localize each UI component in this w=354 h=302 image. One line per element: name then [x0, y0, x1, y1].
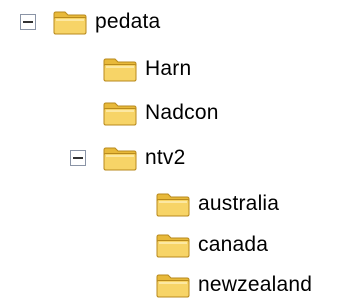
tree-item-nadcon[interactable]: Nadcon	[102, 96, 219, 130]
collapse-toggle-pedata[interactable]	[20, 14, 36, 30]
tree-item-label: ntv2	[145, 146, 186, 169]
tree-item-label: Harn	[145, 57, 192, 80]
tree-item-canada[interactable]: canada	[155, 228, 268, 262]
folder-icon	[102, 55, 138, 83]
tree-item-label: canada	[198, 233, 269, 256]
folder-icon	[155, 190, 191, 218]
tree-item-pedata[interactable]: pedata	[52, 5, 160, 39]
tree-item-label: newzealand	[198, 273, 313, 296]
folder-icon	[52, 8, 88, 36]
folder-icon	[102, 99, 138, 127]
tree-item-label: Nadcon	[145, 101, 219, 124]
tree-item-harn[interactable]: Harn	[102, 52, 191, 86]
folder-icon	[155, 271, 191, 299]
tree-item-newzealand[interactable]: newzealand	[155, 268, 312, 302]
folder-icon	[102, 144, 138, 172]
folder-icon	[155, 231, 191, 259]
collapse-toggle-ntv2[interactable]	[70, 150, 86, 166]
tree-item-label: pedata	[95, 10, 161, 33]
folder-tree: pedata Harn Nadcon ntv2 australia canada…	[0, 0, 354, 302]
tree-item-australia[interactable]: australia	[155, 187, 279, 221]
tree-item-ntv2[interactable]: ntv2	[102, 141, 186, 175]
tree-item-label: australia	[198, 192, 280, 215]
